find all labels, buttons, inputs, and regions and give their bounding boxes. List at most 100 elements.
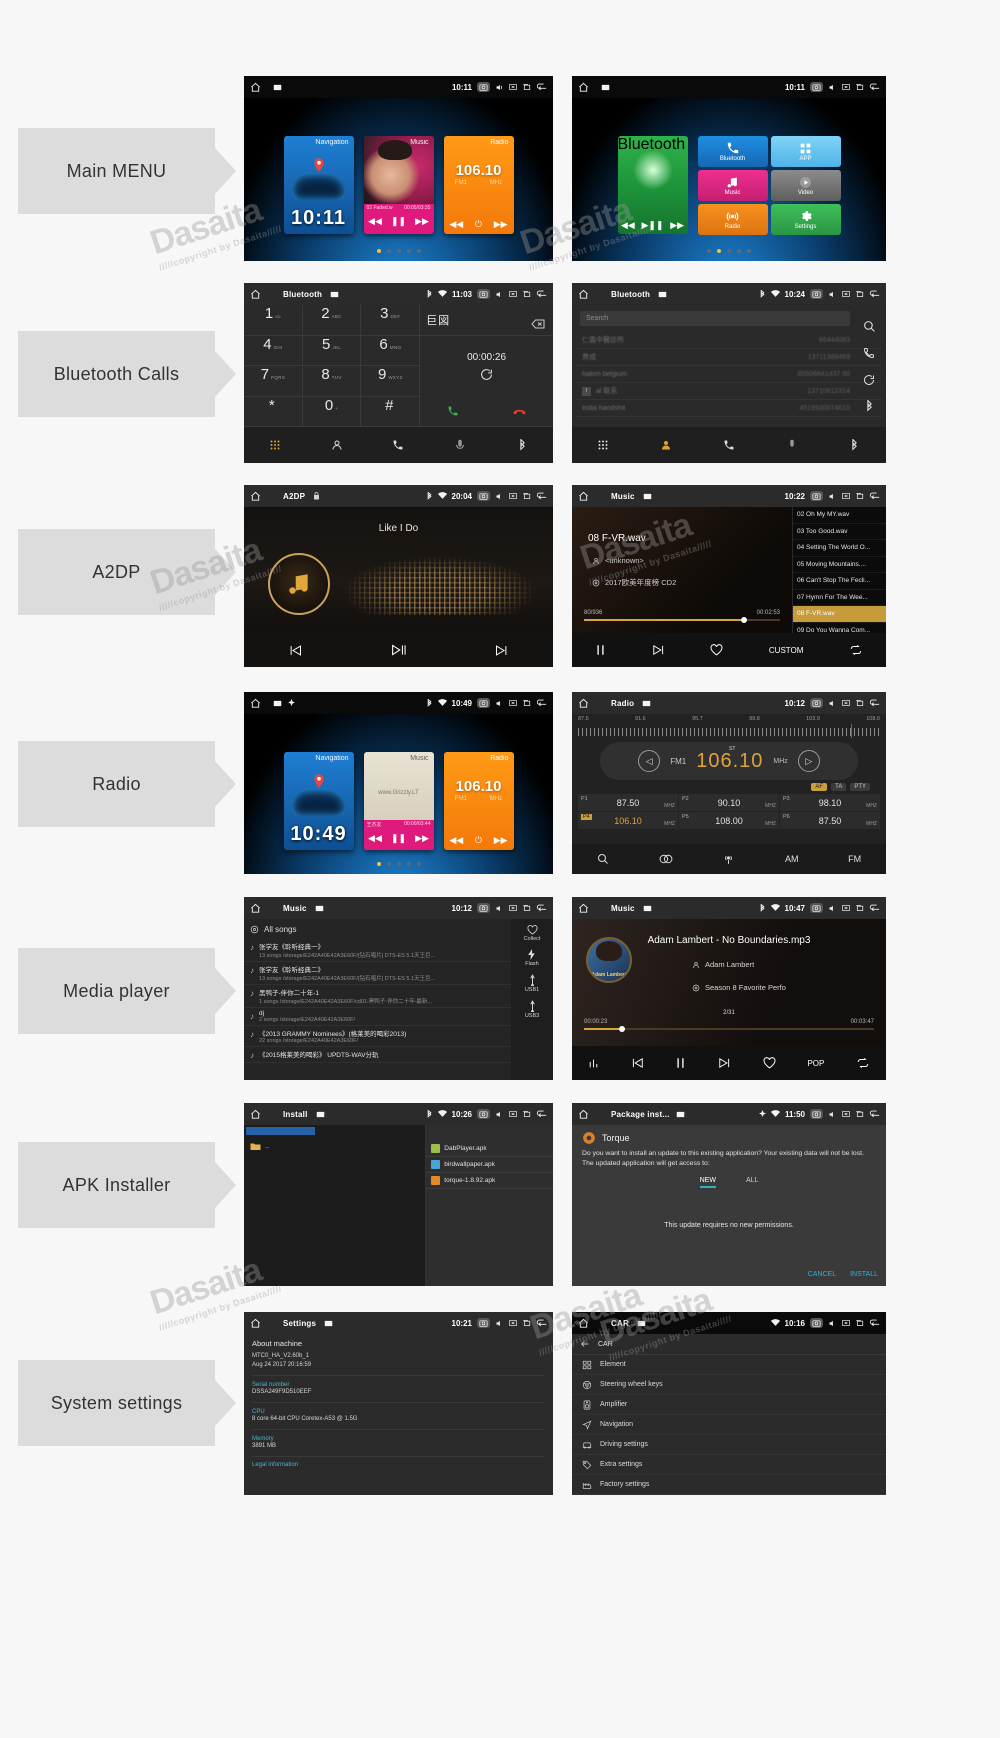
playlist-item-selected[interactable]: 08 F-VR.wav: [793, 606, 886, 623]
power-off-icon[interactable]: [509, 1110, 517, 1118]
tile-navigation[interactable]: Navigation 10:49: [283, 752, 354, 850]
wallpaper-icon[interactable]: [601, 83, 610, 92]
volume-icon[interactable]: [495, 1110, 504, 1119]
power-off-icon[interactable]: [842, 699, 850, 707]
next-icon[interactable]: ▶▶: [494, 219, 508, 230]
cancel-button[interactable]: CANCEL: [808, 1271, 836, 1278]
contact-row[interactable]: hakim belgium 85508841437 60: [576, 366, 882, 383]
screenshot-icon[interactable]: [810, 903, 823, 913]
wallpaper-icon[interactable]: [273, 699, 282, 708]
app-settings[interactable]: Settings: [770, 204, 841, 235]
next-icon[interactable]: ▶▶: [415, 833, 429, 844]
home-icon[interactable]: [250, 903, 261, 914]
file-item[interactable]: DabPlayer.apk: [426, 1141, 553, 1157]
preset-button[interactable]: P3 98.10 MHZ: [780, 794, 880, 811]
volume-icon[interactable]: [495, 290, 504, 299]
wallpaper-icon[interactable]: [643, 904, 652, 913]
power-off-icon[interactable]: [509, 1319, 517, 1327]
screenshot-icon[interactable]: [477, 289, 490, 299]
preset-button[interactable]: P5 108.00 MHZ: [679, 812, 779, 829]
volume-icon[interactable]: [495, 83, 504, 92]
back-icon[interactable]: [536, 1110, 547, 1118]
stereo-icon[interactable]: [635, 853, 698, 865]
volume-icon[interactable]: [828, 290, 837, 299]
signal-icon[interactable]: [698, 853, 761, 865]
car-setting-element[interactable]: Element: [572, 1355, 886, 1375]
tile-radio[interactable]: Radio 106.10 FM1 MHz ◀◀ ⏻ ▶▶: [443, 136, 514, 234]
car-setting-steering[interactable]: Steering wheel keys: [572, 1375, 886, 1395]
progress-bar[interactable]: 80/936 00:02:53: [584, 610, 780, 623]
home-icon[interactable]: [578, 698, 589, 709]
dial-key[interactable]: *: [244, 396, 303, 427]
app-video[interactable]: Video: [770, 170, 841, 201]
eq-icon[interactable]: [588, 1058, 599, 1069]
recents-icon[interactable]: [522, 904, 531, 912]
screenshot-icon[interactable]: [810, 82, 823, 92]
home-icon[interactable]: [250, 1109, 261, 1120]
tab-new[interactable]: NEW: [699, 1177, 716, 1188]
dial-key[interactable]: 2 ABC: [302, 305, 362, 336]
back-icon[interactable]: [536, 1319, 547, 1327]
app-bluetooth[interactable]: Bluetooth: [697, 136, 768, 167]
wallpaper-icon[interactable]: [637, 1319, 646, 1328]
nav-dialpad[interactable]: [572, 439, 635, 451]
car-setting-factory[interactable]: Factory settings: [572, 1475, 886, 1495]
tile-music[interactable]: Music 02 Faded.w 00:05/03:35 ◀◀ ❚❚ ▶▶: [363, 136, 434, 234]
recents-icon[interactable]: [855, 1110, 864, 1118]
power-off-icon[interactable]: [842, 1110, 850, 1118]
source-collect[interactable]: Collect: [524, 925, 540, 942]
home-icon[interactable]: [578, 1109, 589, 1120]
answer-call-button[interactable]: [420, 397, 486, 426]
play-pause-icon[interactable]: [390, 643, 407, 657]
volume-icon[interactable]: [828, 492, 837, 501]
recents-icon[interactable]: [522, 83, 531, 91]
pause-icon[interactable]: [675, 1057, 686, 1069]
car-setting-driving[interactable]: Driving settings: [572, 1435, 886, 1455]
folder-up-item[interactable]: ..: [244, 1137, 425, 1156]
playlist-item[interactable]: 02 Oh My MY.wav: [793, 507, 886, 524]
power-icon[interactable]: ⏻: [475, 219, 482, 230]
volume-icon[interactable]: [828, 699, 837, 708]
playlist-item[interactable]: 03 Too Good.wav: [793, 524, 886, 540]
home-icon[interactable]: [250, 491, 261, 502]
recents-icon[interactable]: [855, 699, 864, 707]
nav-bluetooth-link[interactable]: [823, 439, 886, 451]
back-icon[interactable]: [869, 1110, 880, 1118]
back-icon[interactable]: [869, 83, 880, 91]
dial-key[interactable]: 6 MNO: [361, 335, 421, 366]
nav-bluetooth-link[interactable]: [491, 439, 553, 451]
eq-preset-button[interactable]: POP: [807, 1059, 824, 1068]
contact-row[interactable]: india handshit 4519930074610: [576, 400, 882, 417]
home-icon[interactable]: [250, 82, 261, 93]
wallpaper-icon[interactable]: [315, 904, 324, 913]
volume-icon[interactable]: [828, 1110, 837, 1119]
repeat-icon[interactable]: [856, 1057, 870, 1069]
dial-key[interactable]: 5 JKL: [302, 335, 362, 366]
recents-icon[interactable]: [522, 492, 531, 500]
back-icon[interactable]: [536, 83, 547, 91]
wallpaper-icon[interactable]: [330, 290, 339, 299]
next-station-button[interactable]: ▷: [797, 750, 820, 772]
nav-mic[interactable]: [429, 439, 491, 452]
heart-icon[interactable]: [710, 644, 723, 656]
volume-icon[interactable]: [828, 83, 837, 92]
app-apps[interactable]: APP: [770, 136, 841, 167]
prev-icon[interactable]: [288, 644, 303, 657]
wallpaper-icon[interactable]: [643, 492, 652, 501]
source-usb1[interactable]: USB1: [525, 974, 539, 993]
screenshot-icon[interactable]: [477, 698, 490, 708]
volume-icon[interactable]: [495, 699, 504, 708]
dial-key[interactable]: 8 TUV: [302, 366, 362, 397]
volume-icon[interactable]: [495, 1319, 504, 1328]
screenshot-icon[interactable]: [477, 903, 490, 913]
wallpaper-icon[interactable]: [316, 1110, 325, 1119]
home-icon[interactable]: [250, 289, 261, 300]
screenshot-icon[interactable]: [810, 1318, 823, 1328]
volume-icon[interactable]: [828, 904, 837, 913]
prev-icon[interactable]: ◀◀: [368, 833, 382, 844]
contact-row[interactable]: 仁義中醫診所 86444083: [576, 332, 882, 349]
next-icon[interactable]: ▶▶: [415, 216, 429, 227]
dial-key[interactable]: 0 +: [302, 396, 362, 427]
dial-key[interactable]: 1 oo: [244, 305, 303, 336]
song-row[interactable]: ♪ 《2013 GRAMMY Nominees》(格莱美的喝彩2013) 22 so…: [244, 1026, 511, 1047]
